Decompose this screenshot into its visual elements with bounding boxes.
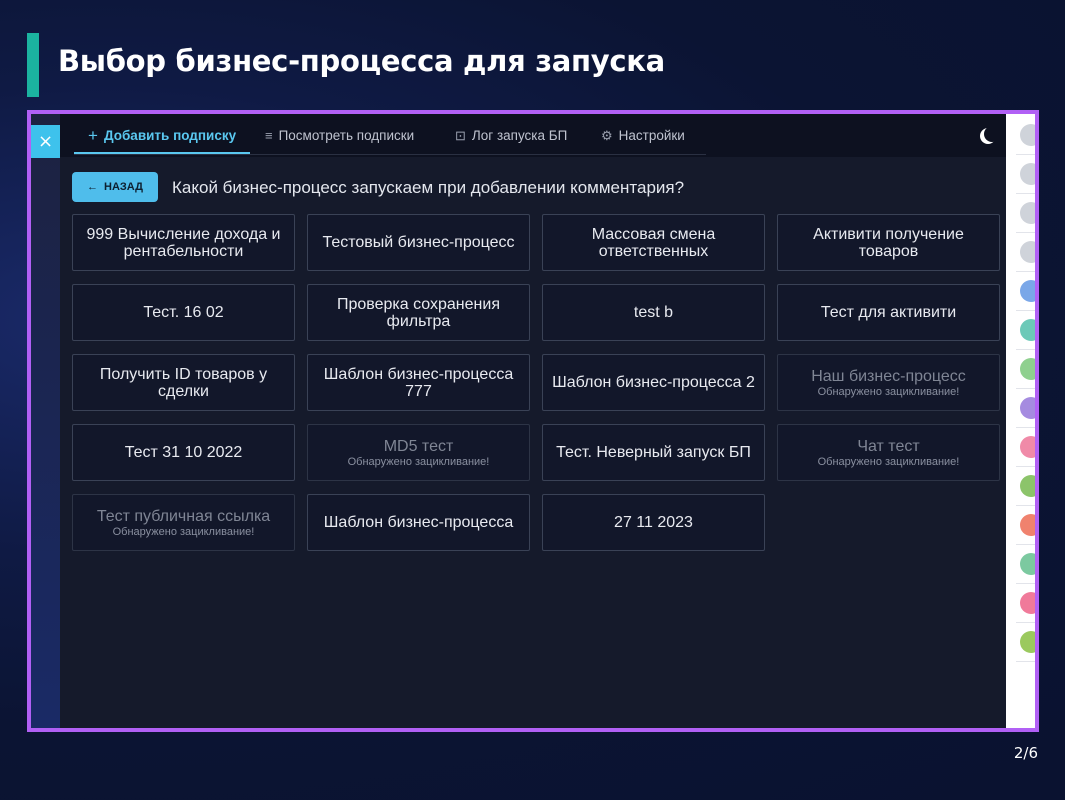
tab-settings[interactable]: ⚙ Настройки — [601, 114, 685, 157]
sidebar-avatar[interactable] — [1020, 358, 1035, 380]
sidebar-avatar[interactable] — [1020, 514, 1035, 536]
process-card[interactable]: Шаблон бизнес-процесса 2 — [542, 354, 765, 411]
left-sidebar-strip: × — [31, 114, 60, 728]
active-tab-indicator — [74, 152, 250, 154]
loop-warning: Обнаружено зацикливание! — [817, 455, 960, 468]
tab-label: Настройки — [618, 128, 685, 143]
process-card[interactable]: Тест. Неверный запуск БП — [542, 424, 765, 481]
app-main: + Добавить подписку ≡ Посмотреть подписк… — [60, 114, 1010, 728]
loop-warning: Обнаружено зацикливание! — [817, 385, 960, 398]
tab-bp-log[interactable]: ⊡ Лог запуска БП — [455, 114, 567, 157]
loop-warning: Обнаружено зацикливание! — [347, 455, 490, 468]
close-button[interactable]: × — [31, 125, 60, 158]
tab-label: Добавить подписку — [103, 128, 237, 143]
process-title: Массовая смена ответственных — [591, 225, 716, 260]
sidebar-avatar[interactable] — [1020, 631, 1035, 653]
process-title: Получить ID товаров у сделки — [99, 365, 268, 400]
sidebar-divider — [1016, 232, 1035, 233]
slide-title: Выбор бизнес-процесса для запуска — [58, 44, 665, 78]
sidebar-divider — [1016, 427, 1035, 428]
process-card[interactable]: Проверка сохранения фильтра — [307, 284, 530, 341]
list-icon: ≡ — [265, 128, 273, 143]
process-card[interactable]: MD5 тест Обнаружено зацикливание! — [307, 424, 530, 481]
sidebar-divider — [1016, 583, 1035, 584]
sidebar-divider — [1016, 154, 1035, 155]
sidebar-divider — [1016, 544, 1035, 545]
sidebar-divider — [1016, 193, 1035, 194]
sidebar-avatar[interactable] — [1020, 475, 1035, 497]
process-title: Тест 31 10 2022 — [124, 444, 243, 461]
sidebar-avatar[interactable] — [1020, 436, 1035, 458]
process-card[interactable]: Тест публичная ссылка Обнаружено зациклив… — [72, 494, 295, 551]
back-button[interactable]: ← НАЗАД — [72, 172, 158, 202]
sidebar-avatar[interactable] — [1020, 553, 1035, 575]
process-title: Тестовый бизнес-процесс — [322, 234, 515, 251]
log-icon: ⊡ — [455, 127, 466, 143]
right-sidebar-strip — [1006, 114, 1035, 728]
process-card[interactable]: Шаблон бизнес-процесса — [307, 494, 530, 551]
process-title: 999 Вычисление дохода и рентабельности — [86, 225, 281, 260]
sliders-icon: ⚙ — [601, 127, 613, 143]
loop-warning: Обнаружено зацикливание! — [112, 525, 255, 538]
sidebar-avatar[interactable] — [1020, 280, 1035, 302]
process-title: Шаблон бизнес-процесса — [323, 514, 514, 531]
tab-label: Посмотреть подписки — [278, 128, 415, 143]
process-title: 27 11 2023 — [614, 514, 693, 531]
tab-add-subscription[interactable]: + Добавить подписку — [88, 114, 236, 157]
process-card[interactable]: Чат тест Обнаружено зацикливание! — [777, 424, 1000, 481]
process-card[interactable]: Тестовый бизнес-процесс — [307, 214, 530, 271]
process-title: Тест для активити — [820, 304, 957, 321]
arrow-left-icon: ← — [87, 181, 99, 193]
process-title: Шаблон бизнес-процесса 777 — [323, 365, 514, 400]
process-title: Чат тест — [857, 437, 920, 455]
process-title: Тест. 16 02 — [143, 304, 224, 321]
process-card[interactable]: 27 11 2023 — [542, 494, 765, 551]
tab-view-subscriptions[interactable]: ≡ Посмотреть подписки — [265, 114, 414, 157]
sidebar-divider — [1016, 466, 1035, 467]
process-card[interactable]: Тест 31 10 2022 — [72, 424, 295, 481]
moon-icon[interactable] — [984, 126, 1000, 142]
back-button-label: НАЗАД — [104, 181, 143, 193]
process-card[interactable]: Получить ID товаров у сделки — [72, 354, 295, 411]
process-title: Активити получение товаров — [813, 225, 964, 260]
sidebar-avatar[interactable] — [1020, 319, 1035, 341]
sidebar-avatar[interactable] — [1020, 202, 1035, 224]
process-title: MD5 тест — [383, 437, 454, 455]
process-card[interactable]: Тест. 16 02 — [72, 284, 295, 341]
process-title: Проверка сохранения фильтра — [337, 295, 500, 330]
sidebar-divider — [1016, 310, 1035, 311]
process-card[interactable]: Массовая смена ответственных — [542, 214, 765, 271]
process-card[interactable]: 999 Вычисление дохода и рентабельности — [72, 214, 295, 271]
sidebar-divider — [1016, 271, 1035, 272]
process-card[interactable]: Тест для активити — [777, 284, 1000, 341]
sidebar-divider — [1016, 622, 1035, 623]
process-title: Тест публичная ссылка — [96, 507, 271, 525]
tab-label: Лог запуска БП — [471, 128, 568, 143]
tab-bar: + Добавить подписку ≡ Посмотреть подписк… — [60, 114, 1010, 157]
process-title: Тест. Неверный запуск БП — [556, 444, 751, 461]
sidebar-divider — [1016, 388, 1035, 389]
sidebar-divider — [1016, 661, 1035, 662]
process-card[interactable]: Активити получение товаров — [777, 214, 1000, 271]
question-heading: Какой бизнес-процесс запускаем при добав… — [172, 178, 685, 197]
process-grid: 999 Вычисление дохода и рентабельности Те… — [72, 214, 1002, 556]
sidebar-avatar[interactable] — [1020, 241, 1035, 263]
process-card[interactable]: test b — [542, 284, 765, 341]
sidebar-divider — [1016, 349, 1035, 350]
screenshot-frame: × + Добавить подписку ≡ Посмотреть подпи… — [27, 110, 1039, 732]
process-card[interactable]: Наш бизнес-процесс Обнаружено зацикливани… — [777, 354, 1000, 411]
process-card[interactable]: Шаблон бизнес-процесса 777 — [307, 354, 530, 411]
plus-icon: + — [88, 125, 98, 145]
process-title: Наш бизнес-процесс — [811, 367, 966, 385]
sidebar-divider — [1016, 505, 1035, 506]
sidebar-avatar[interactable] — [1020, 124, 1035, 146]
sidebar-avatar[interactable] — [1020, 397, 1035, 419]
sidebar-avatar[interactable] — [1020, 592, 1035, 614]
process-title: test b — [633, 304, 674, 321]
page-number: 2/6 — [1013, 744, 1038, 762]
process-title: Шаблон бизнес-процесса 2 — [552, 374, 755, 391]
slide-accent-bar — [27, 33, 39, 97]
sidebar-avatar[interactable] — [1020, 163, 1035, 185]
